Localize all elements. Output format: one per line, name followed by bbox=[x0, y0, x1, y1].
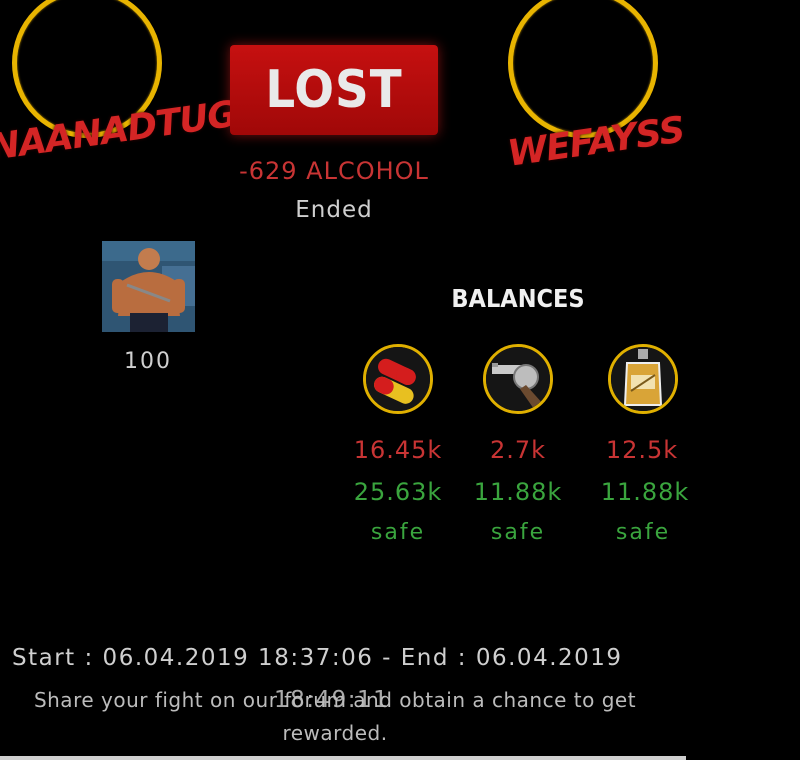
resource-safe-label-revolver: safe bbox=[490, 520, 546, 545]
fighter-count: 100 bbox=[124, 349, 172, 374]
fighter-image bbox=[102, 241, 195, 332]
resource-safe-value-pills: 25.63k bbox=[353, 478, 443, 506]
resource-lost-revolver: 2.7k bbox=[489, 436, 547, 464]
revolver-icon bbox=[483, 344, 553, 414]
balances-title: BALANCES bbox=[451, 284, 585, 313]
whiskey-decanter-icon bbox=[608, 344, 678, 414]
resource-safe-value-whiskey: 11.88k bbox=[600, 478, 690, 506]
resource-safe-value-revolver: 11.88k bbox=[473, 478, 563, 506]
pills-icon bbox=[363, 344, 433, 414]
result-badge: LOST bbox=[230, 45, 438, 135]
bottom-divider bbox=[0, 756, 686, 760]
fight-status: Ended bbox=[295, 197, 373, 223]
resource-lost-whiskey: 12.5k bbox=[605, 436, 679, 464]
loss-amount: -629 ALCOHOL bbox=[239, 157, 429, 185]
resource-safe-label-pills: safe bbox=[370, 520, 426, 545]
fight-dates: Start : 06.04.2019 18:37:06 - End : 06.0… bbox=[12, 645, 623, 671]
fighter-avatar bbox=[102, 241, 195, 332]
resource-lost-pills: 16.45k bbox=[353, 436, 443, 464]
share-message[interactable]: Share your fight on our forum and obtain… bbox=[8, 684, 662, 750]
resource-safe-label-whiskey: safe bbox=[615, 520, 671, 545]
